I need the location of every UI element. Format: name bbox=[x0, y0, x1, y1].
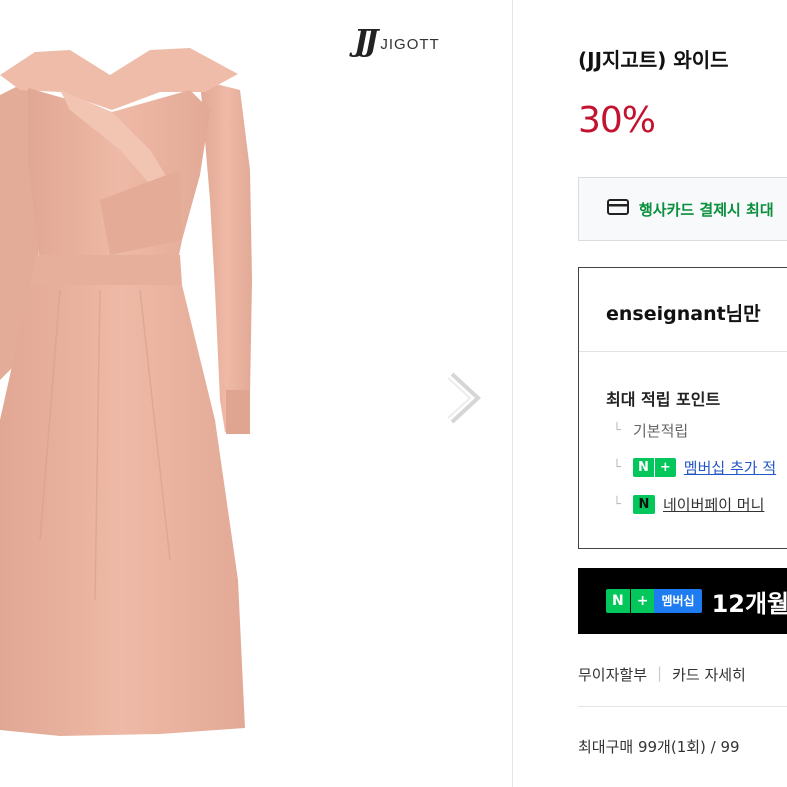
points-box: enseignant님만 최대 적립 포인트 └ 기본적립 └ N + 멤버십 추… bbox=[578, 267, 787, 549]
branch-icon: └ bbox=[613, 423, 621, 438]
separator: | bbox=[657, 664, 663, 682]
naver-pay-icon: N bbox=[633, 495, 655, 514]
brand-mark: JJ bbox=[354, 23, 378, 59]
points-row-link[interactable]: 네이버페이 머니 bbox=[663, 494, 764, 515]
next-image-arrow-icon[interactable] bbox=[444, 370, 488, 426]
points-user-line: enseignant님만 bbox=[606, 303, 761, 325]
installment-label: 무이자할부 bbox=[578, 666, 648, 684]
brand-name: JIGOTT bbox=[380, 35, 440, 53]
points-divider bbox=[579, 351, 787, 352]
panel-divider bbox=[512, 0, 513, 787]
brand-logo: JJ JIGOTT bbox=[354, 23, 440, 59]
card-detail-link[interactable]: 카드 자세히 bbox=[672, 664, 746, 685]
installment-row: 무이자할부 | 카드 자세히 bbox=[578, 664, 746, 685]
membership-banner-text: 12개월 bbox=[711, 589, 787, 618]
points-title: 최대 적립 포인트 bbox=[606, 390, 721, 409]
credit-card-icon bbox=[607, 199, 629, 219]
product-title: (JJ지고트) 와이드 bbox=[578, 48, 729, 72]
naver-membership-badge-icon: N + 멤버십 bbox=[606, 589, 702, 613]
points-row-npay[interactable]: └ N 네이버페이 머니 bbox=[613, 494, 764, 515]
max-purchase-text: 최대구매 99개(1회) / 99 bbox=[578, 738, 740, 756]
points-row-label: 기본적립 bbox=[633, 422, 689, 440]
branch-icon: └ bbox=[613, 460, 621, 475]
points-row-link[interactable]: 멤버십 추가 적 bbox=[684, 457, 776, 478]
card-promo-banner[interactable]: 행사카드 결제시 최대 bbox=[578, 177, 787, 241]
discount-rate: 30% bbox=[578, 100, 656, 141]
section-divider bbox=[578, 706, 787, 707]
naver-plus-badge-icon: N + bbox=[633, 458, 676, 477]
card-promo-text: 행사카드 결제시 최대 bbox=[639, 200, 774, 219]
points-row-basic: └ 기본적립 bbox=[613, 420, 688, 441]
product-image: JJ JIGOTT bbox=[0, 0, 512, 787]
points-row-membership[interactable]: └ N + 멤버십 추가 적 bbox=[613, 457, 776, 478]
branch-icon: └ bbox=[613, 497, 621, 512]
dress-illustration bbox=[0, 48, 252, 736]
membership-banner[interactable]: N + 멤버십 12개월 bbox=[578, 568, 787, 634]
